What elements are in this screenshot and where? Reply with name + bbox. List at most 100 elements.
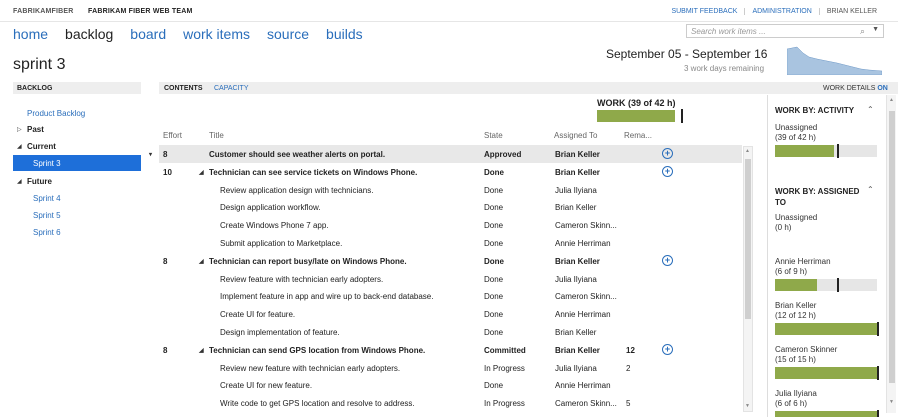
title-cell: Review application design with technicia… bbox=[220, 185, 374, 195]
task-row[interactable]: Review feature with technician early ado… bbox=[159, 270, 742, 288]
tree-future[interactable]: Future bbox=[27, 177, 52, 186]
nav-board[interactable]: board bbox=[130, 26, 166, 42]
col-header-assigned[interactable]: Assigned To bbox=[554, 131, 597, 140]
remaining-cell: 2 bbox=[626, 363, 631, 373]
assigned-cell: Julia Ilyiana bbox=[555, 274, 597, 284]
tree-sprint-6[interactable]: Sprint 6 bbox=[33, 228, 61, 237]
burndown-chart-thumbnail[interactable] bbox=[787, 45, 882, 75]
col-header-title[interactable]: Title bbox=[209, 131, 224, 140]
grid-scrollbar[interactable]: ▲ ▼ bbox=[743, 146, 753, 412]
effort-cell: 8 bbox=[163, 256, 168, 266]
task-row[interactable]: Review application design with technicia… bbox=[159, 181, 742, 199]
search-placeholder: Search work items ... bbox=[691, 27, 766, 36]
chevron-down-icon[interactable]: ▼ bbox=[872, 26, 879, 33]
tab-capacity[interactable]: CAPACITY bbox=[214, 85, 249, 92]
assigned-cell: Annie Herriman bbox=[555, 310, 611, 320]
work-summary-label: WORK (39 of 42 h) bbox=[597, 98, 676, 108]
search-icon[interactable]: ⌕ bbox=[860, 26, 865, 37]
collapse-icon[interactable]: ◢ bbox=[17, 143, 22, 150]
work-details-label: WORK DETAILS bbox=[823, 85, 876, 92]
tree-sprint-5[interactable]: Sprint 5 bbox=[33, 211, 61, 220]
col-header-remaining[interactable]: Rema... bbox=[624, 131, 652, 140]
product-backlog-link[interactable]: Product Backlog bbox=[27, 109, 85, 118]
col-header-state[interactable]: State bbox=[484, 131, 503, 140]
effort-cell: 10 bbox=[163, 167, 172, 177]
nav-builds[interactable]: builds bbox=[326, 26, 363, 42]
search-input[interactable]: Search work items ... ⌕ ▼ bbox=[686, 24, 884, 38]
work-summary-bar bbox=[597, 110, 675, 122]
collapse-icon[interactable]: ◢ bbox=[17, 178, 22, 185]
collapse-icon[interactable]: ◢ bbox=[199, 347, 204, 354]
work-details-state[interactable]: ON bbox=[877, 85, 888, 92]
add-task-icon[interactable]: + bbox=[662, 254, 673, 266]
backlog-item-row[interactable]: 10 Technician can see service tickets on … bbox=[159, 163, 742, 181]
assigned-cell: Brian Keller bbox=[555, 150, 600, 159]
work-details-toggle[interactable]: WORK DETAILS ON bbox=[823, 85, 888, 92]
team-name[interactable]: FABRIKAM FIBER WEB TEAM bbox=[88, 8, 193, 15]
task-row[interactable]: Write code to get GPS location and resol… bbox=[159, 394, 742, 412]
collapse-chevron-icon[interactable]: ⌃ bbox=[867, 185, 874, 194]
assigned-cell: Brian Keller bbox=[555, 256, 600, 266]
scroll-up-icon[interactable]: ▲ bbox=[889, 97, 894, 103]
tab-contents[interactable]: CONTENTS bbox=[164, 85, 203, 92]
capacity-marker bbox=[877, 410, 879, 417]
task-row[interactable]: Create UI for feature. Done Annie Herriman bbox=[159, 305, 742, 323]
nav-work-items[interactable]: work items bbox=[183, 26, 250, 42]
add-task-icon[interactable]: + bbox=[662, 165, 673, 177]
state-cell: In Progress bbox=[484, 363, 525, 373]
title-cell: Customer should see weather alerts on po… bbox=[209, 150, 386, 159]
assigned-cell: Cameron Skinn... bbox=[555, 399, 617, 409]
col-header-effort[interactable]: Effort bbox=[163, 131, 182, 140]
row-menu-icon[interactable]: ▾ bbox=[149, 151, 152, 158]
scroll-up-icon[interactable]: ▲ bbox=[745, 148, 750, 154]
assigned-cell: Annie Herriman bbox=[555, 239, 611, 248]
collapse-icon[interactable]: ◢ bbox=[199, 169, 204, 176]
tree-sprint-4[interactable]: Sprint 4 bbox=[33, 194, 61, 203]
state-cell: Done bbox=[484, 221, 504, 231]
task-row[interactable]: Implement feature in app and wire up to … bbox=[159, 287, 742, 305]
tree-sprint-3-selected[interactable]: Sprint 3 bbox=[13, 155, 141, 171]
backlog-item-row[interactable]: 8 Technician can report busy/late on Wind… bbox=[159, 252, 742, 270]
state-cell: Done bbox=[484, 256, 504, 266]
title-cell: Design implementation of feature. bbox=[220, 328, 340, 337]
collapse-icon[interactable]: ◢ bbox=[199, 258, 204, 265]
scroll-down-icon[interactable]: ▼ bbox=[745, 403, 750, 409]
top-bar: FABRIKAMFIBER FABRIKAM FIBER WEB TEAM SU… bbox=[0, 0, 898, 22]
add-task-icon[interactable]: + bbox=[662, 148, 673, 159]
task-row[interactable]: Design implementation of feature. Done Bri… bbox=[159, 323, 742, 341]
task-row[interactable]: Design application workflow. Done Brian Ke… bbox=[159, 198, 742, 216]
work-capacity-marker bbox=[681, 109, 683, 123]
submit-feedback-link[interactable]: SUBMIT FEEDBACK bbox=[664, 8, 744, 15]
nav-backlog[interactable]: backlog bbox=[65, 26, 113, 42]
title-cell: Technician can see service tickets on Wi… bbox=[209, 167, 418, 177]
content-tab-bar bbox=[159, 82, 898, 94]
details-scrollbar[interactable]: ▲ ▼ bbox=[886, 95, 896, 413]
tree-current[interactable]: Current bbox=[27, 142, 56, 151]
expand-icon[interactable]: ▷ bbox=[17, 126, 22, 133]
assigned-cell: Annie Herriman bbox=[555, 381, 611, 391]
tree-past[interactable]: Past bbox=[27, 125, 44, 134]
scroll-down-icon[interactable]: ▼ bbox=[889, 399, 894, 405]
title-cell: Design application workflow. bbox=[220, 203, 321, 213]
backlog-item-row[interactable]: 8 Technician can send GPS location from W… bbox=[159, 341, 742, 359]
task-row[interactable]: Review new feature with technician early… bbox=[159, 359, 742, 377]
task-row[interactable]: Submit application to Marketplace. Done An… bbox=[159, 234, 742, 252]
task-row[interactable]: Create UI for new feature. Done Annie Herr… bbox=[159, 376, 742, 394]
assigned-cell: Cameron Skinn... bbox=[555, 221, 617, 231]
backlog-item-row[interactable]: 8 Customer should see weather alerts on p… bbox=[149, 145, 742, 163]
capacity-bar bbox=[775, 367, 877, 379]
nav-home[interactable]: home bbox=[13, 26, 48, 42]
scrollbar-thumb[interactable] bbox=[745, 159, 751, 319]
collapse-chevron-icon[interactable]: ⌃ bbox=[867, 105, 874, 114]
administration-link[interactable]: ADMINISTRATION bbox=[744, 8, 818, 15]
nav-source[interactable]: source bbox=[267, 26, 309, 42]
hours-label: (39 of 42 h) bbox=[775, 133, 816, 142]
title-cell: Implement feature in app and wire up to … bbox=[220, 292, 434, 302]
assigned-cell: Brian Keller bbox=[555, 328, 597, 337]
scrollbar-thumb[interactable] bbox=[889, 111, 895, 383]
org-name[interactable]: FABRIKAMFIBER bbox=[13, 8, 74, 15]
task-row[interactable]: Create Windows Phone 7 app. Done Cameron S… bbox=[159, 216, 742, 234]
title-cell: Write code to get GPS location and resol… bbox=[220, 399, 415, 409]
add-task-icon[interactable]: + bbox=[662, 343, 673, 355]
user-name[interactable]: BRIAN KELLER bbox=[818, 8, 884, 15]
